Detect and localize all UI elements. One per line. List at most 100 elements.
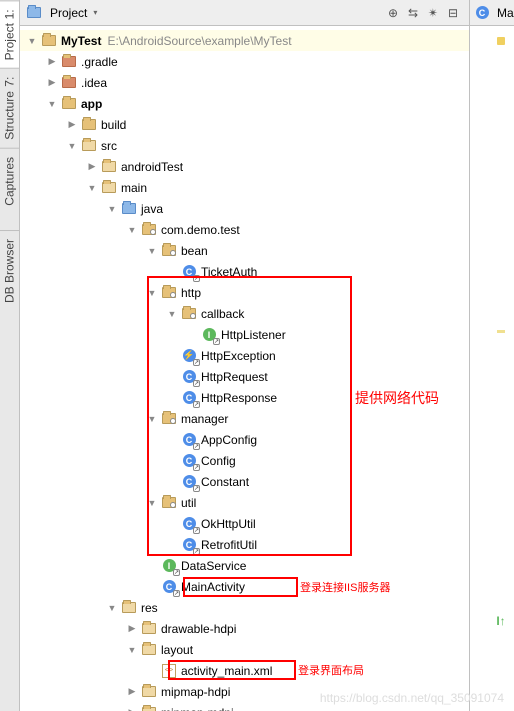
arrow-down-icon[interactable]: ▼ — [146, 245, 158, 257]
class-icon: C — [181, 537, 197, 553]
arrow-right-icon[interactable]: ▶ — [66, 119, 78, 131]
arrow-down-icon[interactable]: ▼ — [166, 308, 178, 320]
tree-node[interactable]: ▶.gradle — [20, 51, 469, 72]
xml-icon — [161, 663, 177, 679]
hide-icon[interactable]: ⊟ — [443, 3, 463, 23]
arrow-down-icon[interactable]: ▼ — [86, 182, 98, 194]
folder-icon — [101, 159, 117, 175]
change-marker[interactable] — [496, 326, 506, 336]
tab-project[interactable]: Project1: — [0, 0, 19, 68]
panel-title: Project — [50, 6, 87, 20]
tree-node[interactable]: ▼com.demo.test — [20, 219, 469, 240]
folder-icon — [141, 642, 157, 658]
dropdown-icon[interactable]: ▾ — [93, 8, 97, 17]
arrow-down-icon[interactable]: ▼ — [66, 140, 78, 152]
folder-icon — [81, 138, 97, 154]
tree-node[interactable]: ▶CConstant — [20, 471, 469, 492]
tree-node[interactable]: ▼app — [20, 93, 469, 114]
package-icon — [141, 222, 157, 238]
target-icon[interactable]: ⊕ — [383, 3, 403, 23]
editor-tab[interactable]: CMai — [470, 0, 514, 26]
class-icon: C — [474, 5, 490, 21]
arrow-down-icon[interactable]: ▼ — [146, 497, 158, 509]
tree-node[interactable]: ▼layout — [20, 639, 469, 660]
collapse-icon[interactable]: ⇆ — [403, 3, 423, 23]
class-icon: C — [181, 264, 197, 280]
interface-icon: I — [161, 558, 177, 574]
project-panel: Project ▾ ⊕ ⇆ ✴ ⊟ ▼MyTestE:\AndroidSourc… — [20, 0, 470, 711]
gear-icon[interactable]: ✴ — [423, 3, 443, 23]
tree-node[interactable]: ▶drawable-hdpi — [20, 618, 469, 639]
implement-marker[interactable]: I↑ — [496, 616, 506, 626]
arrow-down-icon[interactable]: ▼ — [126, 224, 138, 236]
package-icon — [161, 285, 177, 301]
tree-node[interactable]: ▶mipmap-mdpi — [20, 702, 469, 711]
database-icon — [4, 307, 16, 319]
folder-icon — [141, 621, 157, 637]
project-tree[interactable]: ▼MyTestE:\AndroidSource\example\MyTest ▶… — [20, 26, 469, 711]
arrow-right-icon[interactable]: ▶ — [126, 686, 138, 698]
arrow-right-icon[interactable]: ▶ — [126, 707, 138, 711]
arrow-down-icon[interactable]: ▼ — [106, 203, 118, 215]
tree-node-root[interactable]: ▼MyTestE:\AndroidSource\example\MyTest — [20, 30, 469, 51]
folder-icon — [61, 54, 77, 70]
tree-node[interactable]: ▶mipmap-hdpi — [20, 681, 469, 702]
tab-captures[interactable]: Captures — [0, 148, 19, 230]
module-icon — [61, 96, 77, 112]
tree-node[interactable]: ▶androidTest — [20, 156, 469, 177]
project-icon — [26, 5, 42, 21]
tree-node[interactable]: ▶CHttpResponse — [20, 387, 469, 408]
tree-node[interactable]: ▶CConfig — [20, 450, 469, 471]
tree-node[interactable]: ▼callback — [20, 303, 469, 324]
tree-node[interactable]: ▶⚡HttpException — [20, 345, 469, 366]
editor-gutter: I↑ — [470, 26, 514, 711]
tree-node[interactable]: ▶.idea — [20, 72, 469, 93]
arrow-right-icon[interactable]: ▶ — [86, 161, 98, 173]
arrow-right-icon[interactable]: ▶ — [46, 77, 58, 89]
tree-node[interactable]: ▼bean — [20, 240, 469, 261]
arrow-down-icon[interactable]: ▼ — [46, 98, 58, 110]
class-icon: C — [181, 369, 197, 385]
tree-node[interactable]: ▶IHttpListener — [20, 324, 469, 345]
arrow-down-icon[interactable]: ▼ — [146, 413, 158, 425]
tree-node[interactable]: ▶COkHttpUtil — [20, 513, 469, 534]
folder-icon — [141, 705, 157, 711]
tab-index: 1: — [3, 9, 17, 19]
tree-node[interactable]: ▼src — [20, 135, 469, 156]
camera-icon — [4, 210, 16, 222]
tree-node[interactable]: ▼java — [20, 198, 469, 219]
tree-node[interactable]: ▶IDataService — [20, 555, 469, 576]
tree-node[interactable]: ▶CRetrofitUtil — [20, 534, 469, 555]
tree-node[interactable]: ▼manager — [20, 408, 469, 429]
warning-marker[interactable] — [496, 36, 506, 46]
tree-node[interactable]: ▶CTicketAuth — [20, 261, 469, 282]
tab-index: 7: — [3, 77, 17, 87]
folder-icon — [121, 600, 137, 616]
package-icon — [161, 243, 177, 259]
arrow-down-icon[interactable]: ▼ — [106, 602, 118, 614]
arrow-down-icon[interactable]: ▼ — [26, 35, 38, 47]
class-icon: C — [181, 390, 197, 406]
folder-icon — [81, 117, 97, 133]
tree-node[interactable]: ▼res — [20, 597, 469, 618]
tree-node[interactable]: ▶CHttpRequest — [20, 366, 469, 387]
package-icon — [161, 411, 177, 427]
arrow-right-icon[interactable]: ▶ — [46, 56, 58, 68]
tree-node[interactable]: ▼main — [20, 177, 469, 198]
class-icon: C — [181, 516, 197, 532]
tab-structure[interactable]: Structure7: — [0, 68, 19, 148]
arrow-right-icon[interactable]: ▶ — [126, 623, 138, 635]
folder-icon — [101, 180, 117, 196]
class-icon: C — [181, 432, 197, 448]
arrow-down-icon[interactable]: ▼ — [126, 644, 138, 656]
arrow-down-icon[interactable]: ▼ — [146, 287, 158, 299]
tree-node[interactable]: ▶build — [20, 114, 469, 135]
tree-node[interactable]: ▶CMainActivity — [20, 576, 469, 597]
tree-node[interactable]: ▶CAppConfig — [20, 429, 469, 450]
tab-db-browser[interactable]: DB Browser — [0, 230, 19, 327]
interface-icon: I — [201, 327, 217, 343]
module-icon — [41, 33, 57, 49]
tree-node[interactable]: ▶activity_main.xml — [20, 660, 469, 681]
tree-node[interactable]: ▼http — [20, 282, 469, 303]
tree-node[interactable]: ▼util — [20, 492, 469, 513]
